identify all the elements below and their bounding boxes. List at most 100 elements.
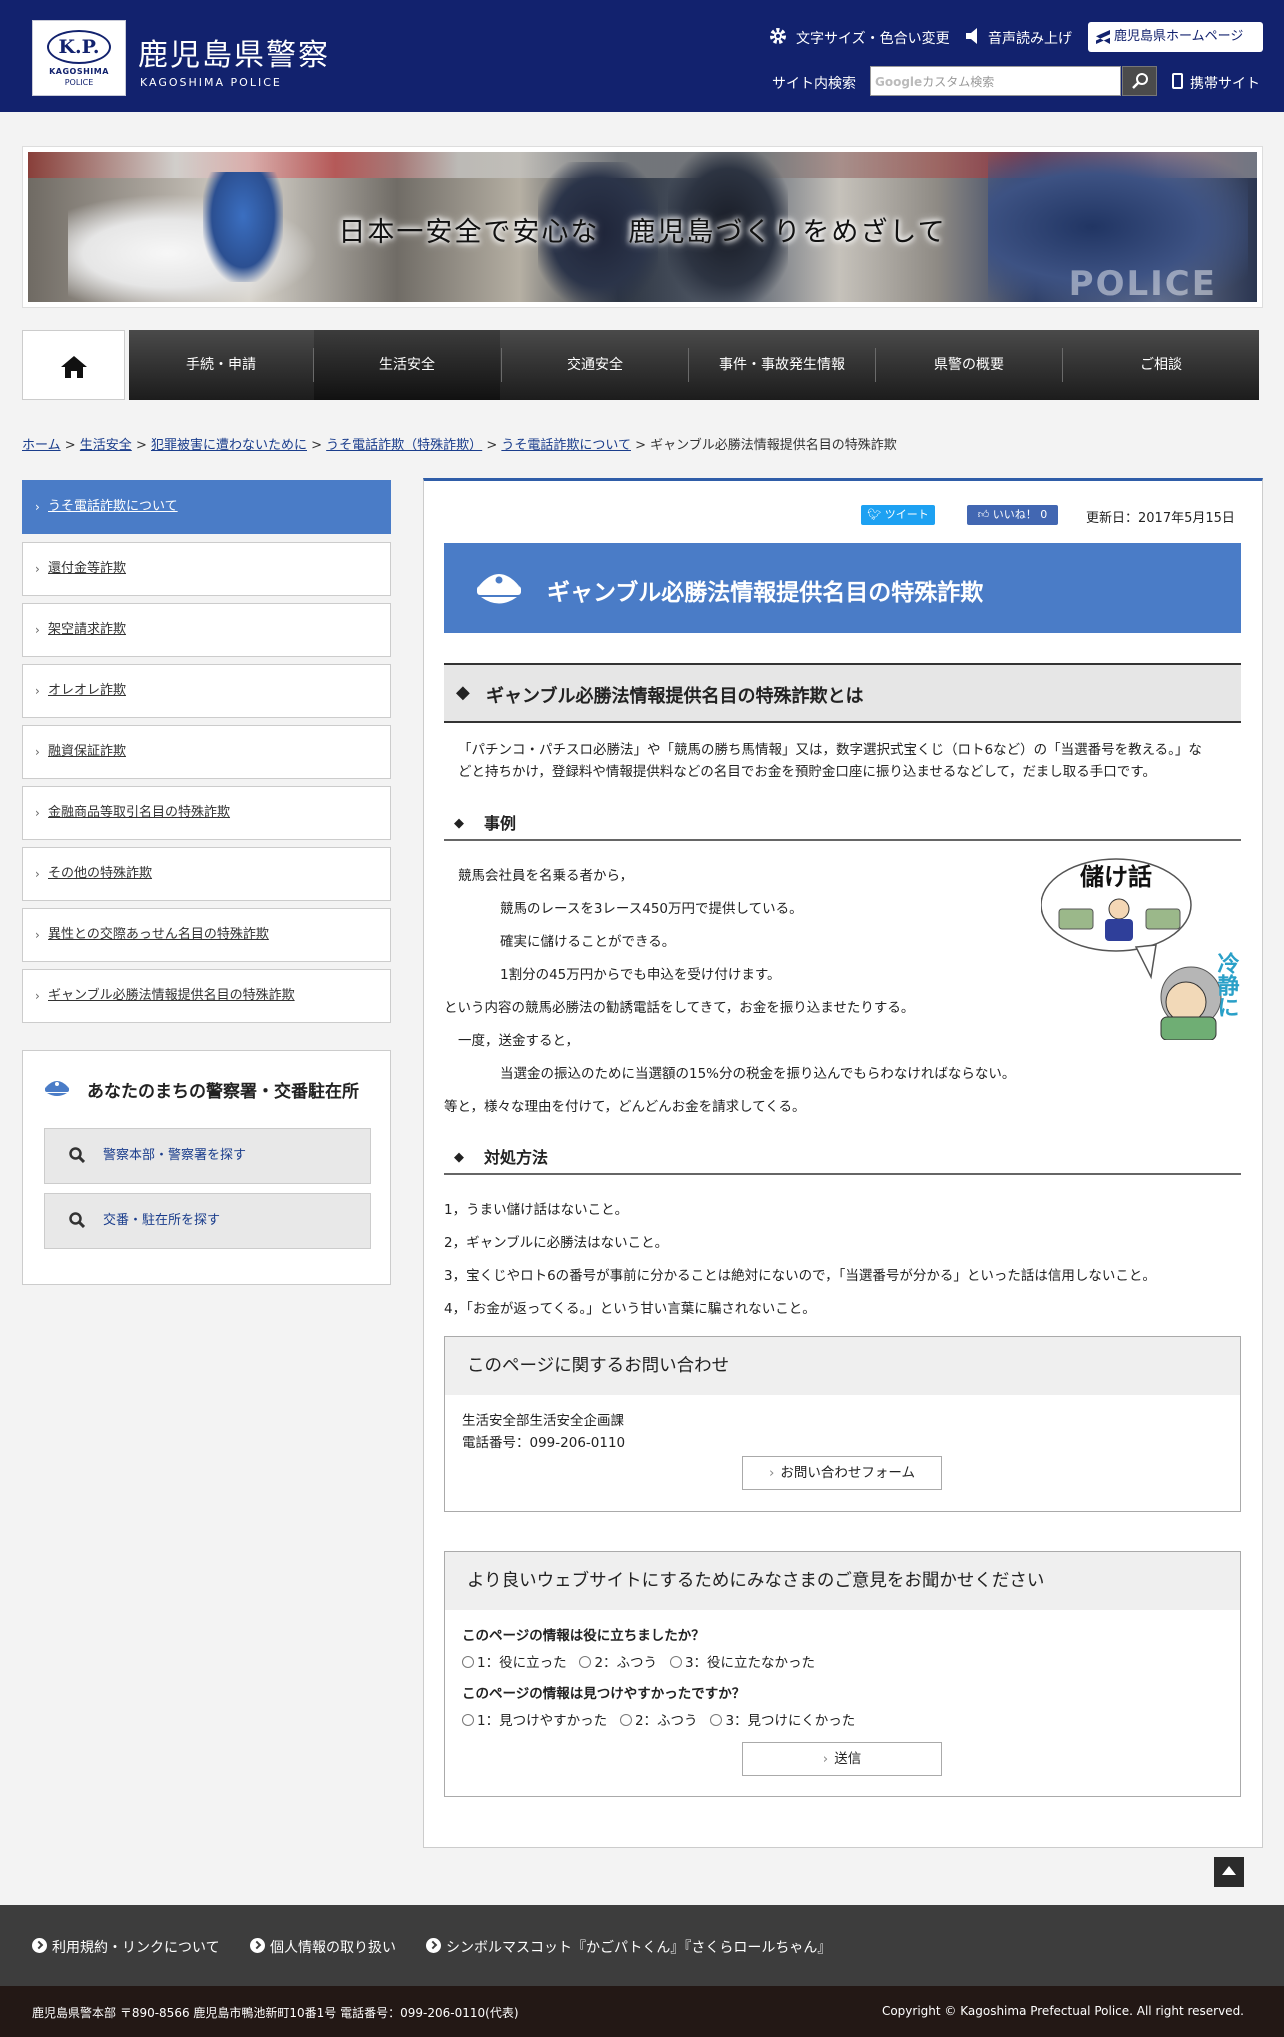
google-mark: Google bbox=[875, 75, 923, 89]
nav-item-overview[interactable]: 県警の概要 bbox=[876, 330, 1062, 400]
thumbs-up-icon: 👍︎ bbox=[977, 508, 993, 521]
site-subtitle: KAGOSHIMA POLICE bbox=[140, 76, 282, 89]
survey-box: より良いウェブサイトにするためにみなさまのご意見をお聞かせください このページの… bbox=[444, 1551, 1241, 1797]
measure-line: 2，ギャンブルに必勝法はないこと。 bbox=[444, 1235, 669, 1251]
nav-item-life-safety[interactable]: 生活安全 bbox=[314, 330, 500, 400]
main-content: 🐦︎ ツイート 👍︎ いいね！ 0 更新日：2017年5月15日 ギャンブル必勝… bbox=[423, 478, 1263, 1848]
chevron-right-icon: › bbox=[35, 500, 40, 514]
chevron-right-icon: › bbox=[35, 562, 40, 576]
section-heading-measures: ◆ 対処方法 bbox=[444, 1141, 1241, 1175]
twitter-bird-icon: 🐦︎ bbox=[867, 508, 885, 521]
sidebar-item-about-fraud[interactable]: › うそ電話詐欺について bbox=[22, 480, 391, 534]
survey-submit-button[interactable]: › 送信 bbox=[742, 1742, 942, 1776]
nav-item-traffic-safety[interactable]: 交通安全 bbox=[502, 330, 688, 400]
contact-phone: 電話番号：099-206-0110 bbox=[462, 1435, 626, 1451]
breadcrumb-link-crime-prevention[interactable]: 犯罪被害に遭わないために bbox=[151, 438, 307, 453]
case-line: 1割分の45万円からでも申込を受け付けます。 bbox=[500, 967, 781, 983]
banner-slogan: 日本一安全で安心な 鹿児島づくりをめざして bbox=[338, 217, 947, 248]
sidebar-item-financial-fraud[interactable]: › 金融商品等取引名目の特殊詐欺 bbox=[22, 786, 391, 840]
radio-easy[interactable]: 1：見つけやすかった bbox=[462, 1713, 607, 1729]
font-color-settings-link[interactable]: 文字サイズ・色合い変更 bbox=[768, 28, 950, 48]
find-police-station-label: 警察本部・警察署を探す bbox=[103, 1148, 247, 1163]
station-finder-title: あなたのまちの警察署・交番駐在所 bbox=[87, 1082, 359, 1102]
chevron-right-icon: › bbox=[35, 928, 40, 942]
arrow-up-icon bbox=[1222, 1866, 1236, 1875]
site-title[interactable]: 鹿児島県警察 bbox=[138, 30, 330, 74]
survey-question-usefulness: このページの情報は役に立ちましたか？ bbox=[462, 1628, 705, 1644]
breadcrumb-link-life-safety[interactable]: 生活安全 bbox=[80, 438, 132, 453]
search-icon bbox=[69, 1147, 85, 1163]
sidebar-item-refund-fraud[interactable]: › 還付金等詐欺 bbox=[22, 542, 391, 596]
home-button[interactable] bbox=[22, 330, 125, 400]
nav-item-incidents[interactable]: 事件・事故発生情報 bbox=[689, 330, 875, 400]
chevron-circle-icon bbox=[426, 1938, 441, 1953]
scam-warning-illustration: 儲け話 冷静に bbox=[1041, 858, 1240, 1040]
illustration-warning-text: 冷静に bbox=[1214, 951, 1240, 1018]
radio-not-useful[interactable]: 3：役に立たなかった bbox=[669, 1655, 815, 1671]
mobile-site-link[interactable]: 携帯サイト bbox=[1170, 73, 1260, 93]
find-koban-label: 交番・駐在所を探す bbox=[103, 1213, 221, 1228]
mobile-site-label: 携帯サイト bbox=[1190, 76, 1260, 92]
prefecture-homepage-button[interactable]: 鹿児島県ホームページ bbox=[1088, 22, 1263, 52]
logo-subtext: POLICE bbox=[64, 78, 94, 87]
police-station-finder: あなたのまちの警察署・交番駐在所 警察本部・警察署を探す 交番・駐在所を探す bbox=[22, 1050, 391, 1285]
survey-options-findability: 1：見つけやすかった 2：ふつう 3：見つけにくかった bbox=[462, 1709, 855, 1729]
illustration-speech-text: 儲け話 bbox=[1080, 863, 1152, 891]
sidebar-item-billing-fraud[interactable]: › 架空請求詐欺 bbox=[22, 603, 391, 657]
chevron-right-icon: › bbox=[768, 1465, 775, 1481]
nav-item-procedures[interactable]: 手続・申請 bbox=[129, 330, 313, 400]
find-police-station-button[interactable]: 警察本部・警察署を探す bbox=[44, 1128, 371, 1184]
footer-link-terms[interactable]: 利用規約・リンクについて bbox=[32, 1937, 220, 1957]
police-cap-icon bbox=[477, 574, 521, 604]
nav-item-consultation[interactable]: ご相談 bbox=[1063, 330, 1259, 400]
voice-reader-link[interactable]: 音声読み上げ bbox=[966, 28, 1072, 48]
hero-banner-frame: 日本一安全で安心な 鹿児島づくりをめざして POLICE bbox=[22, 146, 1263, 308]
mobile-phone-icon bbox=[1172, 73, 1183, 89]
contact-heading: このページに関するお問い合わせ bbox=[445, 1337, 1240, 1395]
search-button[interactable] bbox=[1122, 66, 1157, 96]
radio-useful[interactable]: 1：役に立った bbox=[462, 1655, 567, 1671]
page-title-bar: ギャンブル必勝法情報提供名目の特殊詐欺 bbox=[444, 543, 1241, 633]
footer-link-privacy[interactable]: 個人情報の取り扱い bbox=[250, 1937, 396, 1957]
footer-copyright: Copyright © Kagoshima Prefectual Police.… bbox=[881, 2004, 1244, 2018]
home-icon bbox=[61, 356, 87, 378]
contact-form-button[interactable]: › お問い合わせフォーム bbox=[742, 1456, 942, 1490]
font-color-settings-label: 文字サイズ・色合い変更 bbox=[796, 31, 950, 47]
updated-date: 更新日：2017年5月15日 bbox=[1086, 511, 1235, 526]
radio-hard[interactable]: 3：見つけにくかった bbox=[710, 1713, 855, 1729]
logo-subtext: KAGOSHIMA bbox=[49, 67, 109, 76]
section-heading-about: ◆ ギャンブル必勝法情報提供名目の特殊詐欺とは bbox=[444, 663, 1241, 723]
radio-neutral[interactable]: 2：ふつう bbox=[619, 1713, 698, 1729]
site-search-input[interactable]: Googleカスタム検索 bbox=[870, 66, 1121, 96]
section-heading-case: ◆ 事例 bbox=[444, 807, 1241, 841]
sidebar-item-loan-fraud[interactable]: › 融資保証詐欺 bbox=[22, 725, 391, 779]
survey-question-findability: このページの情報は見つけやすかったですか？ bbox=[462, 1686, 746, 1702]
site-logo[interactable]: K.P. KAGOSHIMA POLICE bbox=[32, 20, 126, 96]
sidebar-item-dating-fraud[interactable]: › 異性との交際あっせん名目の特殊詐欺 bbox=[22, 908, 391, 962]
measure-line: 1，うまい儲け話はないこと。 bbox=[444, 1202, 629, 1218]
facebook-like-button[interactable]: 👍︎ いいね！ 0 bbox=[967, 505, 1058, 525]
tweet-button[interactable]: 🐦︎ ツイート bbox=[861, 505, 935, 525]
footer-link-mascot[interactable]: シンボルマスコット『かごパトくん』『さくらロールちゃん』 bbox=[426, 1937, 831, 1957]
breadcrumb-link-special-fraud[interactable]: うそ電話詐欺（特殊詐欺） bbox=[326, 438, 482, 453]
breadcrumb-link-home[interactable]: ホーム bbox=[22, 438, 61, 453]
find-koban-button[interactable]: 交番・駐在所を探す bbox=[44, 1193, 371, 1249]
footer-links: 利用規約・リンクについて 個人情報の取り扱い シンボルマスコット『かごパトくん』… bbox=[0, 1905, 1284, 1986]
intro-paragraph-line: どと持ちかけ，登録料や情報提供料などの名目でお金を預貯金口座に振り込ませるなどし… bbox=[458, 764, 1156, 780]
page-top-button[interactable] bbox=[1214, 1857, 1244, 1887]
breadcrumb-link-about-fraud[interactable]: うそ電話詐欺について bbox=[501, 438, 631, 453]
sidebar-item-other-fraud[interactable]: › その他の特殊詐欺 bbox=[22, 847, 391, 901]
site-search-label: サイト内検索 bbox=[772, 76, 856, 92]
diamond-icon: ◆ bbox=[456, 682, 470, 703]
search-placeholder: カスタム検索 bbox=[922, 75, 995, 89]
search-icon bbox=[1132, 73, 1148, 89]
measure-line: 3，宝くじやロト6の番号が事前に分かることは絶対にないので，「当選番号が分かる」… bbox=[444, 1268, 1156, 1284]
chevron-circle-icon bbox=[250, 1938, 265, 1953]
breadcrumb: ホーム > 生活安全 > 犯罪被害に遭わないために > うそ電話詐欺（特殊詐欺）… bbox=[22, 438, 897, 453]
case-line: 当選金の振込のために当選額の15%分の税金を振り込んでもらわなければならない。 bbox=[500, 1066, 1016, 1082]
chevron-circle-icon bbox=[32, 1938, 47, 1953]
radio-neutral[interactable]: 2：ふつう bbox=[579, 1655, 657, 1671]
sidebar-item-oreore-fraud[interactable]: › オレオレ詐欺 bbox=[22, 664, 391, 718]
sidebar-item-gambling-fraud[interactable]: › ギャンブル必勝法情報提供名目の特殊詐欺 bbox=[22, 969, 391, 1023]
measure-line: 4，「お金が返ってくる。」という甘い言葉に騙されないこと。 bbox=[444, 1301, 816, 1317]
